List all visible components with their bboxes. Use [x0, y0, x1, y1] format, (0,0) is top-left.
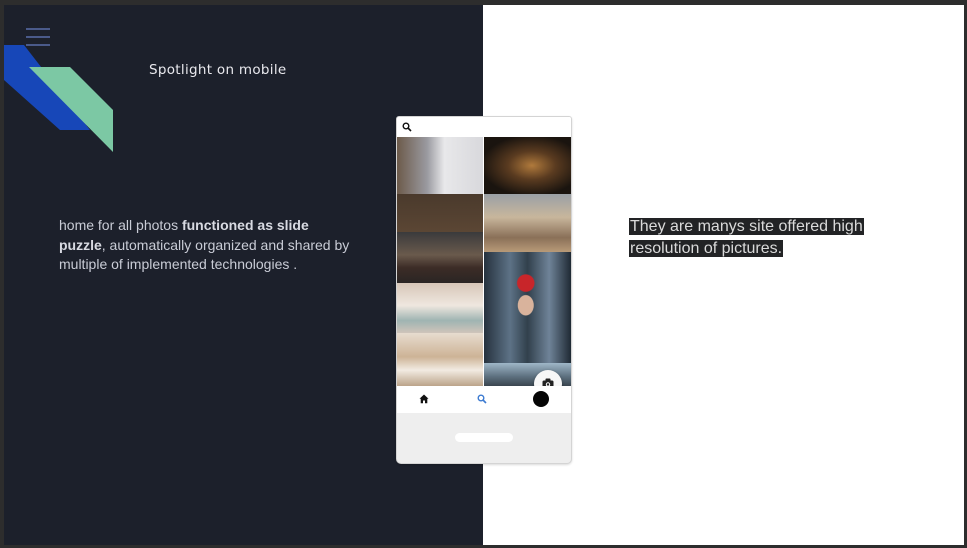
right-text-line-1: They are manys site offered high: [629, 218, 864, 235]
hamburger-menu-icon[interactable]: [26, 28, 50, 46]
home-icon[interactable]: [419, 394, 429, 404]
photo-desk-workspace[interactable]: [397, 137, 483, 232]
photo-mountain-lake[interactable]: [397, 232, 483, 283]
slide: Spotlight on mobile home for all photos …: [4, 5, 964, 545]
photo-interior-room[interactable]: [397, 283, 483, 333]
phone-search-bar[interactable]: [397, 117, 571, 137]
phone-bottom-nav: [397, 386, 571, 413]
profile-avatar[interactable]: [533, 391, 549, 407]
photo-dining-room[interactable]: [397, 333, 483, 386]
body-text-prefix: home for all photos: [59, 217, 182, 233]
phone-mockup: [396, 116, 572, 464]
slide-title: Spotlight on mobile: [149, 62, 287, 78]
decorative-shapes: [4, 45, 113, 152]
right-text-line-2: resolution of pictures.: [629, 239, 784, 257]
photo-grid: [397, 137, 571, 398]
body-text-suffix: , automatically organized and shared by …: [59, 236, 350, 273]
search-icon[interactable]: [477, 394, 487, 404]
photo-dark-clouds[interactable]: [484, 137, 571, 194]
photo-desert-rock[interactable]: [484, 194, 571, 252]
right-text: They are manys site offered high resolut…: [629, 216, 864, 259]
phone-home-indicator: [455, 433, 513, 442]
photo-woman-red-hat[interactable]: [484, 252, 571, 363]
search-icon[interactable]: [402, 122, 412, 132]
body-text: home for all photos functioned as slide …: [59, 216, 359, 275]
